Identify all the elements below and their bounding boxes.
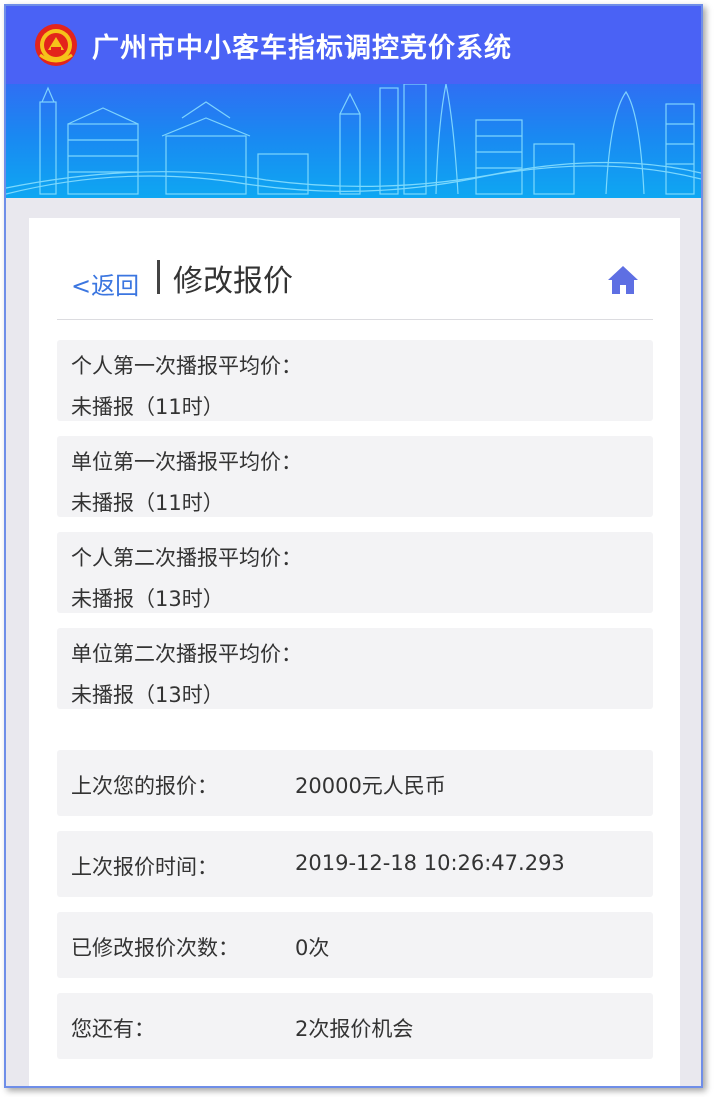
avg-price-label: 单位第一次播报平均价： <box>71 450 302 474</box>
page-header: <返回 修改报价 <box>57 240 653 320</box>
avg-price-value: 未播报（13时） <box>71 587 224 611</box>
modification-count-value: 0次 <box>295 936 330 960</box>
avg-price-item-company-1: 单位第一次播报平均价： 未播报（11时） <box>57 436 653 517</box>
modification-count-row: 已修改报价次数： 0次 <box>57 912 653 978</box>
avg-price-label: 个人第二次播报平均价： <box>71 546 302 570</box>
content-card: <返回 修改报价 个人第一次播报平均价： 未播报（11时） 单位第一次播报平均价… <box>29 218 680 1086</box>
last-bid-price-row: 上次您的报价： 20000元人民币 <box>57 750 653 816</box>
page-title: 修改报价 <box>173 264 293 299</box>
emblem-icon <box>35 24 77 66</box>
avg-price-item-company-2: 单位第二次播报平均价： 未播报（13时） <box>57 628 653 709</box>
avg-price-item-personal-2: 个人第二次播报平均价： 未播报（13时） <box>57 532 653 613</box>
skyline-illustration <box>6 84 701 195</box>
avg-price-label: 单位第二次播报平均价： <box>71 642 302 666</box>
info-label: 已修改报价次数： <box>71 936 239 960</box>
back-link[interactable]: <返回 <box>71 266 139 301</box>
last-bid-price-value: 20000元人民币 <box>295 774 446 798</box>
last-bid-time-row: 上次报价时间： 2019-12-18 10:26:47.293 <box>57 831 653 897</box>
info-label: 您还有： <box>71 1017 155 1041</box>
info-label: 上次报价时间： <box>71 855 218 879</box>
info-label: 上次您的报价： <box>71 774 218 798</box>
last-bid-time-value: 2019-12-18 10:26:47.293 <box>295 851 565 875</box>
top-header-bar: 广州市中小客车指标调控竞价系统 <box>6 6 701 84</box>
city-skyline-banner <box>6 84 701 198</box>
remaining-chances-value: 2次报价机会 <box>295 1017 414 1041</box>
remaining-chances-row: 您还有： 2次报价机会 <box>57 993 653 1059</box>
avg-price-item-personal-1: 个人第一次播报平均价： 未播报（11时） <box>57 340 653 421</box>
app-window: 广州市中小客车指标调控竞价系统 <返回 修改报价 个人第一次播报平均价： 未播报… <box>4 4 703 1088</box>
home-icon[interactable] <box>605 262 641 298</box>
avg-price-value: 未播报（11时） <box>71 395 224 419</box>
header-divider <box>157 260 160 294</box>
avg-price-value: 未播报（13时） <box>71 683 224 707</box>
avg-price-value: 未播报（11时） <box>71 491 224 515</box>
avg-price-label: 个人第一次播报平均价： <box>71 354 302 378</box>
system-title: 广州市中小客车指标调控竞价系统 <box>92 33 512 64</box>
